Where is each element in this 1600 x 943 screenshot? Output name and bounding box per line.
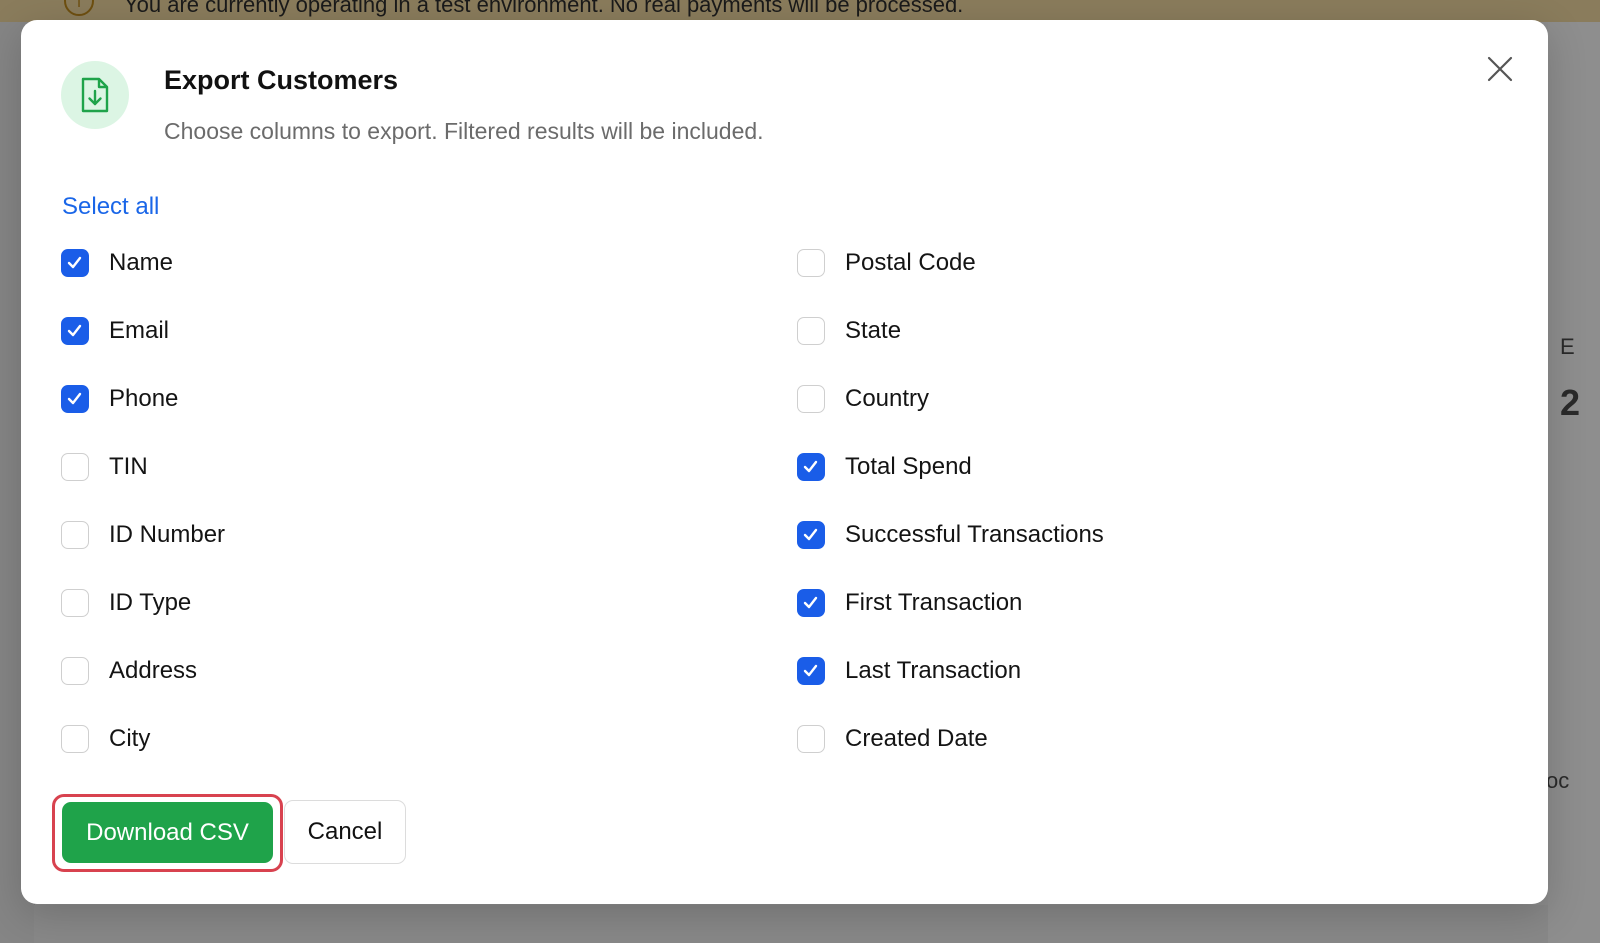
- column-option-state[interactable]: State: [797, 315, 901, 347]
- background-fragment: E: [1560, 334, 1575, 359]
- checkmark-icon: [67, 392, 82, 405]
- file-download-icon: [81, 77, 109, 113]
- checkbox[interactable]: [797, 249, 825, 277]
- column-option-label: Name: [109, 249, 174, 276]
- column-option-last-transaction[interactable]: Last Transaction: [797, 655, 1021, 687]
- checkbox[interactable]: [797, 521, 825, 549]
- column-option-label: Email: [109, 317, 170, 344]
- checkbox[interactable]: [797, 317, 825, 345]
- column-option-country[interactable]: Country: [797, 383, 929, 415]
- test-environment-banner: i You are currently operating in a test …: [0, 0, 1600, 22]
- banner-text: You are currently operating in a test en…: [124, 0, 964, 17]
- checkmark-icon: [803, 460, 818, 473]
- column-option-name[interactable]: Name: [61, 247, 173, 279]
- checkbox[interactable]: [61, 725, 89, 753]
- checkbox[interactable]: [61, 249, 89, 277]
- checkbox[interactable]: [797, 589, 825, 617]
- column-option-first-transaction[interactable]: First Transaction: [797, 587, 1022, 619]
- column-option-label: Phone: [109, 385, 179, 412]
- column-option-label: Postal Code: [845, 249, 976, 276]
- column-option-label: ID Number: [109, 521, 226, 548]
- column-option-phone[interactable]: Phone: [61, 383, 178, 415]
- column-option-tin[interactable]: TIN: [61, 451, 148, 483]
- column-option-id-number[interactable]: ID Number: [61, 519, 225, 551]
- select-all-link[interactable]: Select all: [62, 193, 159, 221]
- background-right-column: E 2 oc: [1546, 22, 1600, 943]
- cancel-button[interactable]: Cancel: [284, 800, 406, 864]
- modal-title: Export Customers: [164, 65, 399, 95]
- checkbox[interactable]: [61, 521, 89, 549]
- column-option-address[interactable]: Address: [61, 655, 197, 687]
- checkmark-icon: [803, 596, 818, 609]
- column-option-city[interactable]: City: [61, 723, 150, 755]
- checkbox[interactable]: [797, 453, 825, 481]
- column-option-label: Successful Transactions: [845, 521, 1104, 548]
- column-option-label: Address: [109, 657, 198, 684]
- close-icon: [1487, 56, 1513, 82]
- column-option-email[interactable]: Email: [61, 315, 169, 347]
- checkmark-icon: [803, 664, 818, 677]
- background-fragment: oc: [1546, 768, 1570, 793]
- background-fragment: 2: [1560, 382, 1581, 423]
- column-option-label: State: [845, 317, 902, 344]
- info-icon: i: [64, 0, 94, 16]
- column-option-label: Created Date: [845, 725, 988, 752]
- export-customers-modal: Export Customers Choose columns to expor…: [21, 20, 1548, 904]
- checkbox[interactable]: [797, 725, 825, 753]
- checkbox[interactable]: [61, 317, 89, 345]
- close-button[interactable]: [1481, 50, 1519, 88]
- modal-subtitle: Choose columns to export. Filtered resul…: [164, 118, 764, 144]
- column-option-id-type[interactable]: ID Type: [61, 587, 191, 619]
- checkbox[interactable]: [61, 657, 89, 685]
- column-option-total-spend[interactable]: Total Spend: [797, 451, 972, 483]
- background-bottom-strip: [34, 905, 1548, 943]
- header-icon-badge: [61, 61, 129, 129]
- column-option-label: ID Type: [109, 589, 192, 616]
- column-option-label: City: [109, 725, 151, 752]
- checkbox[interactable]: [797, 657, 825, 685]
- checkbox[interactable]: [61, 453, 89, 481]
- column-option-label: Country: [845, 385, 930, 412]
- checkmark-icon: [67, 256, 82, 269]
- column-option-created-date[interactable]: Created Date: [797, 723, 988, 755]
- column-option-label: Total Spend: [845, 453, 972, 480]
- checkmark-icon: [803, 528, 818, 541]
- column-option-label: First Transaction: [845, 589, 1023, 616]
- column-option-label: TIN: [109, 453, 148, 480]
- column-option-label: Last Transaction: [845, 657, 1022, 684]
- checkmark-icon: [67, 324, 82, 337]
- checkbox[interactable]: [61, 385, 89, 413]
- column-option-successful-transactions[interactable]: Successful Transactions: [797, 519, 1104, 551]
- checkbox[interactable]: [797, 385, 825, 413]
- column-option-postal-code[interactable]: Postal Code: [797, 247, 976, 279]
- checkbox[interactable]: [61, 589, 89, 617]
- download-csv-button[interactable]: Download CSV: [62, 802, 273, 863]
